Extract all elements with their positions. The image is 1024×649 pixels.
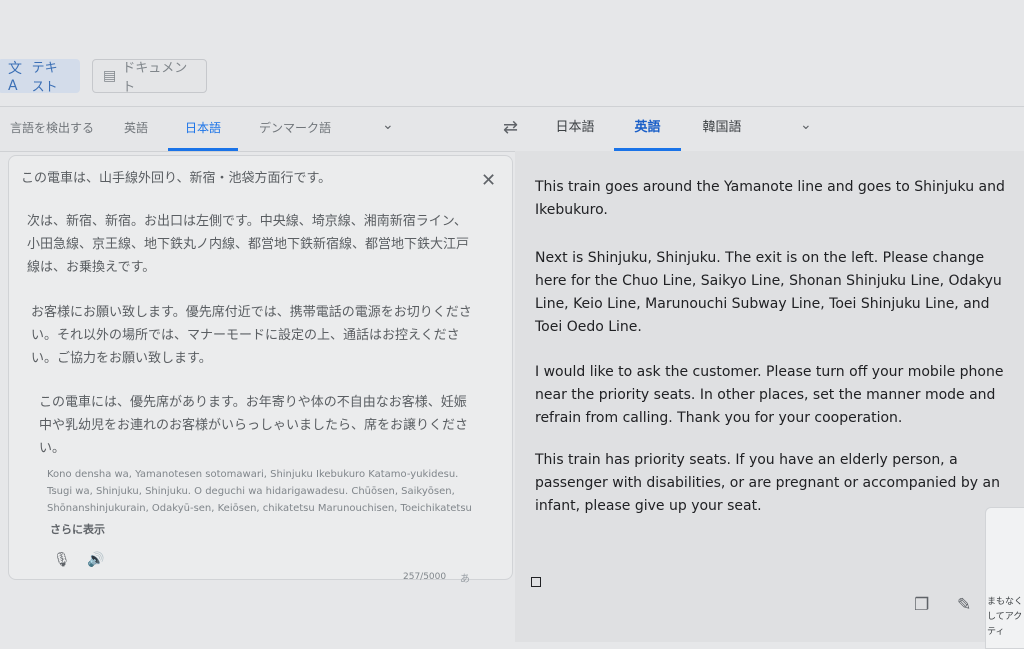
text-mode-label: テキスト [31,61,58,95]
mode-tabs-bar: 文A テキスト ▤ ドキュメント [0,55,1024,97]
copy-icon[interactable]: ❐ [914,595,929,615]
chevron-down-icon[interactable]: ⌄ [800,117,812,133]
translate-icon: 文A [8,61,22,94]
document-mode-label: ドキュメント [122,61,188,95]
target-lang-japanese[interactable]: 日本語 [547,107,603,151]
document-mode-tab[interactable]: ▤ ドキュメント [92,59,207,95]
romanization-text: Kono densha wa, Yamanotesen sotomawari, … [47,469,472,514]
source-paragraph: この電車は、山手線外回り、新宿・池袋方面行です。 [21,171,332,186]
show-more-link[interactable]: さらに表示 [50,521,105,537]
target-lang-korean[interactable]: 韓国語 [694,107,750,151]
source-text-panel[interactable]: この電車は、山手線外回り、新宿・池袋方面行です。 ✕ 次は、新宿、新宿。お出口は… [8,155,513,585]
source-lang-danish[interactable]: デンマーク語 [250,107,340,151]
ime-indicator[interactable]: あ [460,570,470,585]
chevron-down-icon[interactable]: ⌄ [382,117,394,133]
language-bar: 言語を検出する 英語 日本語 デンマーク語 ⌄ ⇄ 日本語 英語 韓国語 ⌄ [0,106,1024,152]
swap-languages-icon[interactable]: ⇄ [503,117,518,138]
translation-paragraph: I would like to ask the customer. Please… [535,364,1004,426]
source-paragraph: この電車には、優先席があります。お年寄りや体の不自由なお客様、妊娠中や乳幼児をお… [39,395,469,456]
source-lang-english[interactable]: 英語 [116,107,156,151]
source-lang-japanese[interactable]: 日本語 [168,107,238,151]
character-count: 257/5000 [403,572,447,582]
translation-paragraph: This train goes around the Yamanote line… [535,179,1005,218]
source-paragraph: 次は、新宿、新宿。お出口は左側です。中央線、埼京線、湘南新宿ライン、小田急線、京… [27,214,470,275]
translation-paragraph: Next is Shinjuku, Shinjuku. The exit is … [535,250,1002,335]
square-icon[interactable] [531,577,541,587]
text-mode-tab[interactable]: 文A テキスト [0,59,80,95]
translation-panel: This train goes around the Yamanote line… [515,151,1024,642]
document-icon: ▤ [103,68,117,84]
target-lang-english[interactable]: 英語 [614,107,681,151]
source-paragraph: お客様にお願い致します。優先席付近では、携帯電話の電源をお切りください。それ以外… [31,305,472,366]
popup-text: まもなくしてアクティ [987,597,1024,637]
source-lang-detect[interactable]: 言語を検出する [6,107,98,151]
close-icon[interactable]: ✕ [481,170,496,191]
speaker-icon[interactable]: 🔊 [87,552,104,568]
translation-paragraph: This train has priority seats. If you ha… [535,452,1000,514]
pencil-icon[interactable]: ✎ [957,595,971,615]
microphone-icon[interactable]: 🎙 [53,552,71,568]
